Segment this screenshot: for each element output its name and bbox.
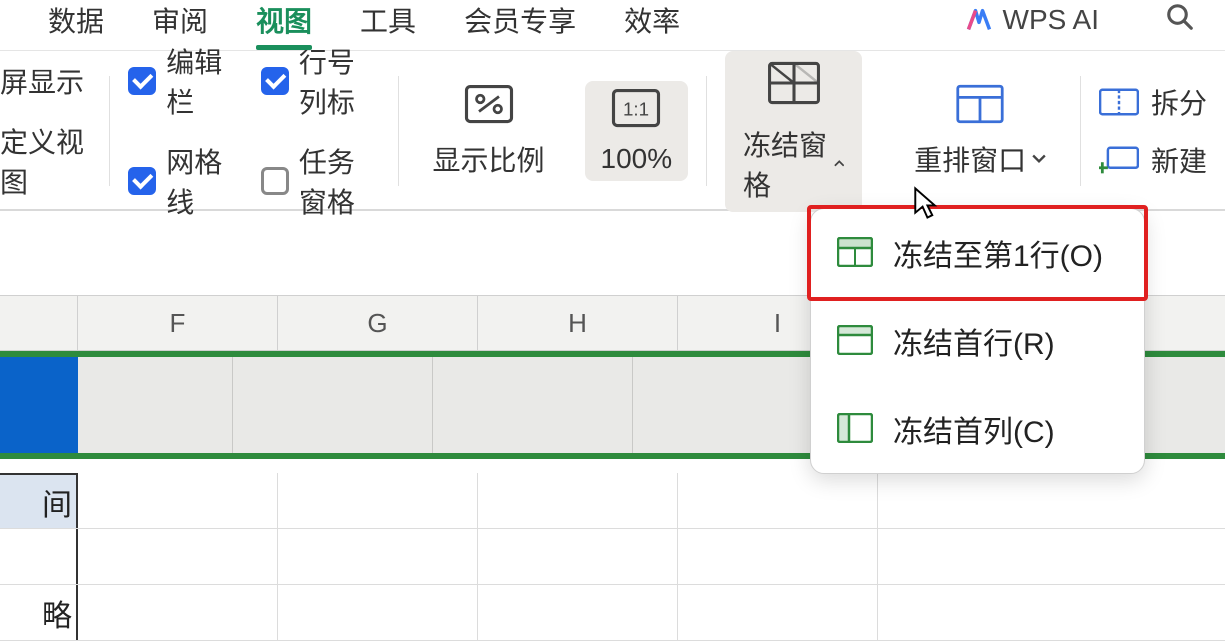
checkbox-icon — [128, 67, 156, 95]
col-header-F[interactable]: F — [78, 296, 278, 350]
dd-item-label: 冻结首行(R) — [893, 319, 1055, 363]
split-icon — [1099, 88, 1139, 116]
svg-text:1:1: 1:1 — [623, 99, 649, 120]
menu-data[interactable]: 数据 — [48, 0, 104, 40]
zoom-ratio-button[interactable]: 显示比例 — [417, 77, 561, 185]
freeze-panes-icon — [766, 61, 822, 112]
checkbox-editbar-label: 编辑栏 — [166, 41, 225, 121]
checkbox-taskpane[interactable]: 任务窗格 — [261, 141, 380, 221]
rearrange-label: 重排窗口 — [914, 139, 1026, 179]
table-row[interactable]: 略 — [0, 585, 1225, 641]
freeze-first-col-item[interactable]: 冻结首列(C) — [811, 385, 1144, 473]
checkbox-rowcolnum[interactable]: 行号列标 — [261, 41, 380, 121]
freeze-first-col-icon — [837, 413, 873, 445]
checkbox-taskpane-label: 任务窗格 — [299, 141, 380, 221]
checkbox-icon — [261, 167, 289, 195]
new-window-icon — [1099, 146, 1139, 174]
new-window-label: 新建 — [1151, 140, 1207, 180]
search-icon — [1165, 2, 1195, 32]
col-header-G[interactable]: G — [278, 296, 478, 350]
percent-icon — [459, 83, 519, 125]
chevron-down-icon — [1032, 154, 1046, 164]
cell-label: 间 — [0, 473, 78, 528]
cell-label: 略 — [0, 585, 78, 640]
chevron-up-icon — [834, 159, 845, 169]
cell-label — [0, 529, 78, 584]
menu-efficiency[interactable]: 效率 — [624, 0, 680, 40]
zoom-ratio-label: 显示比例 — [433, 139, 545, 179]
ribbon-view: 屏显示 定义视图 编辑栏 行号列标 网格线 任务窗格 — [0, 51, 1225, 211]
wps-ai-label: WPS AI — [1003, 4, 1099, 36]
freeze-to-row-icon — [837, 237, 873, 269]
zoom-100-label: 100% — [601, 143, 673, 175]
freeze-to-row1-item[interactable]: 冻结至第1行(O) — [807, 205, 1148, 301]
checkbox-icon — [261, 67, 289, 95]
menu-bar: 数据 审阅 视图 工具 会员专享 效率 WPS AI — [0, 0, 1225, 40]
rearrange-windows-button[interactable]: 重排窗口 — [898, 77, 1062, 185]
customview-partial-label[interactable]: 定义视图 — [0, 121, 91, 201]
checkbox-gridlines[interactable]: 网格线 — [128, 141, 225, 221]
table-row[interactable] — [0, 529, 1225, 585]
checkbox-gridlines-label: 网格线 — [166, 141, 225, 221]
fullscreen-partial-label[interactable]: 屏显示 — [0, 61, 84, 101]
menu-review[interactable]: 审阅 — [152, 0, 208, 40]
dd-item-label: 冻结至第1行(O) — [893, 231, 1103, 275]
split-window-button[interactable]: 拆分 — [1099, 82, 1207, 122]
freeze-panes-dropdown: 冻结至第1行(O) 冻结首行(R) 冻结首列(C) — [810, 208, 1145, 474]
dd-item-label: 冻结首列(C) — [893, 407, 1055, 451]
split-label: 拆分 — [1151, 82, 1207, 122]
menu-member[interactable]: 会员专享 — [464, 0, 576, 40]
search-button[interactable] — [1165, 2, 1195, 39]
checkbox-rowcolnum-label: 行号列标 — [299, 41, 380, 121]
rearrange-icon — [950, 83, 1010, 125]
freeze-panes-label: 冻结窗格 — [743, 124, 828, 204]
menu-tools[interactable]: 工具 — [360, 0, 416, 40]
checkbox-editbar[interactable]: 编辑栏 — [128, 41, 225, 121]
freeze-first-row-item[interactable]: 冻结首行(R) — [811, 297, 1144, 385]
table-row[interactable]: 间 — [0, 473, 1225, 529]
freeze-panes-button[interactable]: 冻结窗格 — [725, 51, 862, 212]
col-header-H[interactable]: H — [478, 296, 678, 350]
wps-ai-logo-icon — [965, 6, 993, 34]
freeze-first-row-icon — [837, 325, 873, 357]
selected-cell-indicator — [0, 357, 78, 453]
menu-view[interactable]: 视图 — [256, 0, 312, 40]
wps-ai-button[interactable]: WPS AI — [965, 4, 1099, 36]
new-window-button[interactable]: 新建 — [1099, 140, 1207, 180]
zoom-100-button[interactable]: 1:1 100% — [585, 81, 689, 181]
checkbox-icon — [128, 167, 156, 195]
one-to-one-icon: 1:1 — [606, 87, 666, 129]
